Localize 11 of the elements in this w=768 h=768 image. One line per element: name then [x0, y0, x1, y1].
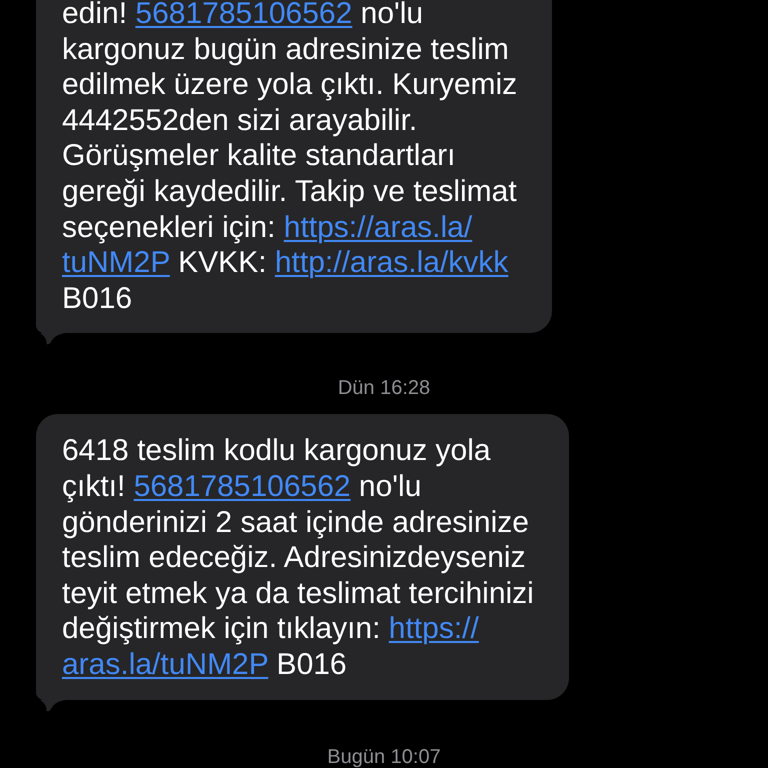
message-link[interactable]: 5681785106562: [134, 470, 351, 503]
timestamp: Dün 16:28: [338, 376, 430, 400]
message-link[interactable]: 5681785106562: [135, 0, 352, 30]
message-text: 6418 teslim kodlu kargonuz yola çıktı! 5681785106562 no'lu gönderinizi 2 saat içinde adresinize teslim edeceğiz. Adresinizdeyseniz teyit etmek ya da teslimat tercihinizi değiştirmek için tıklayın: https:// aras.la/tuNM2P B016: [62, 433, 534, 682]
timestamp: Bugün 10:07: [327, 744, 441, 768]
message-link[interactable]: aras.la/tuNM2P: [62, 648, 268, 681]
message-text: edin! 5681785106562 no'lu kargonuz bugün adresinize teslim edilmek üzere yola çıktı. Kuryemiz 4442552den sizi arayabilir. Görüşmeler kalite standartları gereği kaydedilir. Takip ve teslimat seçenekleri için: https://aras.la/ tuNM2P KVKK: http://aras.la/kvkk B016: [62, 0, 518, 316]
message-link[interactable]: tuNM2P: [62, 246, 170, 280]
message-link[interactable]: http://aras.la/kvkk: [274, 246, 508, 280]
message-link[interactable]: https://aras.la/: [284, 210, 472, 244]
message-link[interactable]: https://: [388, 612, 479, 646]
